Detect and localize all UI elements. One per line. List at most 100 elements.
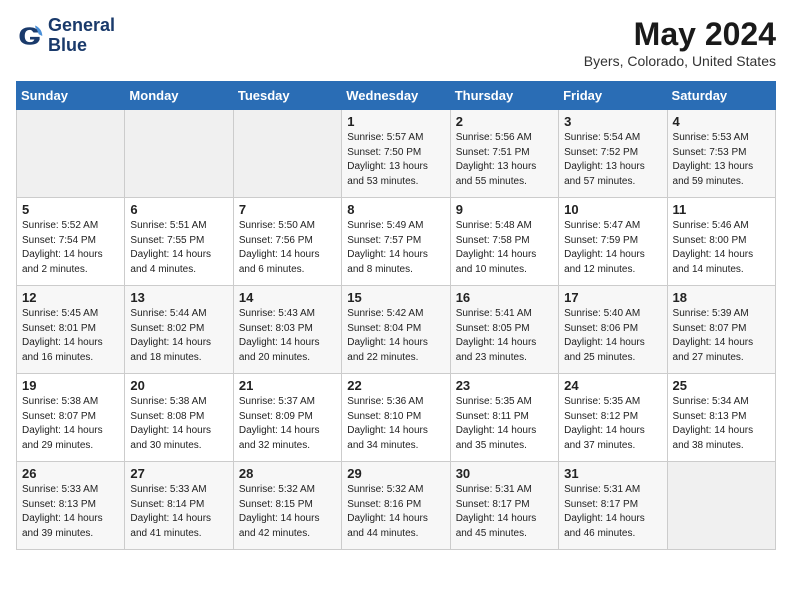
column-header-thursday: Thursday <box>450 82 558 110</box>
calendar-cell: 12Sunrise: 5:45 AMSunset: 8:01 PMDayligh… <box>17 286 125 374</box>
day-info: Sunrise: 5:35 AMSunset: 8:11 PMDaylight:… <box>456 395 553 453</box>
day-number: 7 <box>239 202 336 217</box>
calendar-cell: 29 Sunrise: 5:32 AMSunset: 8:16 PMDayligh… <box>342 462 450 550</box>
day-number: 20 <box>130 378 227 393</box>
day-number: 26 <box>22 466 119 481</box>
day-info: Sunrise: 5:33 AMSunset: 8:13 PMDaylight:… <box>22 483 119 541</box>
day-info: Sunrise: 5:38 AMSunset: 8:07 PMDaylight:… <box>22 395 119 453</box>
calendar-cell: 25 Sunrise: 5:34 AMSunset: 8:13 PMDayligh… <box>667 374 775 462</box>
day-number: 17 <box>564 290 661 305</box>
day-info: Sunrise: 5:33 AMSunset: 8:14 PMDaylight:… <box>130 483 227 541</box>
calendar-cell: 22Sunrise: 5:36 AMSunset: 8:10 PMDayligh… <box>342 374 450 462</box>
day-info: Sunrise: 5:54 AMSunset: 7:52 PMDaylight:… <box>564 131 661 189</box>
calendar-cell: 23 Sunrise: 5:35 AMSunset: 8:11 PMDayligh… <box>450 374 558 462</box>
calendar-cell: 1Sunrise: 5:57 AMSunset: 7:50 PMDaylight… <box>342 110 450 198</box>
day-number: 29 <box>347 466 444 481</box>
logo-icon <box>16 22 44 50</box>
day-number: 28 <box>239 466 336 481</box>
day-number: 22 <box>347 378 444 393</box>
day-info: Sunrise: 5:52 AMSunset: 7:54 PMDaylight:… <box>22 219 119 277</box>
calendar-cell: 5Sunrise: 5:52 AMSunset: 7:54 PMDaylight… <box>17 198 125 286</box>
day-info: Sunrise: 5:46 AMSunset: 8:00 PMDaylight:… <box>673 219 770 277</box>
day-number: 6 <box>130 202 227 217</box>
calendar-cell: 10 Sunrise: 5:47 AMSunset: 7:59 PMDayligh… <box>559 198 667 286</box>
day-info: Sunrise: 5:43 AMSunset: 8:03 PMDaylight:… <box>239 307 336 365</box>
calendar-cell: 11 Sunrise: 5:46 AMSunset: 8:00 PMDayligh… <box>667 198 775 286</box>
day-number: 14 <box>239 290 336 305</box>
calendar-cell: 27 Sunrise: 5:33 AMSunset: 8:14 PMDayligh… <box>125 462 233 550</box>
day-info: Sunrise: 5:51 AMSunset: 7:55 PMDaylight:… <box>130 219 227 277</box>
calendar-cell <box>17 110 125 198</box>
calendar-cell <box>233 110 341 198</box>
calendar-cell <box>667 462 775 550</box>
calendar-cell: 9 Sunrise: 5:48 AMSunset: 7:58 PMDaylight… <box>450 198 558 286</box>
day-info: Sunrise: 5:42 AMSunset: 8:04 PMDaylight:… <box>347 307 444 365</box>
day-number: 24 <box>564 378 661 393</box>
column-header-friday: Friday <box>559 82 667 110</box>
day-info: Sunrise: 5:39 AMSunset: 8:07 PMDaylight:… <box>673 307 770 365</box>
title-block: May 2024 Byers, Colorado, United States <box>584 16 776 69</box>
calendar-cell: 4 Sunrise: 5:53 AMSunset: 7:53 PMDaylight… <box>667 110 775 198</box>
day-number: 8 <box>347 202 444 217</box>
logo: General Blue <box>16 16 115 56</box>
calendar-cell <box>125 110 233 198</box>
day-info: Sunrise: 5:53 AMSunset: 7:53 PMDaylight:… <box>673 131 770 189</box>
month-year: May 2024 <box>584 16 776 53</box>
day-info: Sunrise: 5:35 AMSunset: 8:12 PMDaylight:… <box>564 395 661 453</box>
calendar-cell: 28Sunrise: 5:32 AMSunset: 8:15 PMDayligh… <box>233 462 341 550</box>
calendar-cell: 18 Sunrise: 5:39 AMSunset: 8:07 PMDayligh… <box>667 286 775 374</box>
day-info: Sunrise: 5:45 AMSunset: 8:01 PMDaylight:… <box>22 307 119 365</box>
calendar-week-4: 19 Sunrise: 5:38 AMSunset: 8:07 PMDayligh… <box>17 374 776 462</box>
day-info: Sunrise: 5:40 AMSunset: 8:06 PMDaylight:… <box>564 307 661 365</box>
calendar-cell: 3 Sunrise: 5:54 AMSunset: 7:52 PMDaylight… <box>559 110 667 198</box>
location: Byers, Colorado, United States <box>584 53 776 69</box>
page-header: General Blue May 2024 Byers, Colorado, U… <box>16 16 776 69</box>
calendar-cell: 14 Sunrise: 5:43 AMSunset: 8:03 PMDayligh… <box>233 286 341 374</box>
calendar-table: SundayMondayTuesdayWednesdayThursdayFrid… <box>16 81 776 550</box>
day-info: Sunrise: 5:32 AMSunset: 8:16 PMDaylight:… <box>347 483 444 541</box>
calendar-cell: 24 Sunrise: 5:35 AMSunset: 8:12 PMDayligh… <box>559 374 667 462</box>
calendar-cell: 8Sunrise: 5:49 AMSunset: 7:57 PMDaylight… <box>342 198 450 286</box>
day-number: 18 <box>673 290 770 305</box>
day-number: 9 <box>456 202 553 217</box>
day-info: Sunrise: 5:38 AMSunset: 8:08 PMDaylight:… <box>130 395 227 453</box>
column-header-monday: Monday <box>125 82 233 110</box>
day-info: Sunrise: 5:44 AMSunset: 8:02 PMDaylight:… <box>130 307 227 365</box>
day-number: 11 <box>673 202 770 217</box>
day-number: 30 <box>456 466 553 481</box>
day-info: Sunrise: 5:34 AMSunset: 8:13 PMDaylight:… <box>673 395 770 453</box>
calendar-cell: 21 Sunrise: 5:37 AMSunset: 8:09 PMDayligh… <box>233 374 341 462</box>
day-number: 23 <box>456 378 553 393</box>
calendar-week-1: 1Sunrise: 5:57 AMSunset: 7:50 PMDaylight… <box>17 110 776 198</box>
day-info: Sunrise: 5:56 AMSunset: 7:51 PMDaylight:… <box>456 131 553 189</box>
calendar-cell: 13 Sunrise: 5:44 AMSunset: 8:02 PMDayligh… <box>125 286 233 374</box>
day-number: 21 <box>239 378 336 393</box>
calendar-week-2: 5Sunrise: 5:52 AMSunset: 7:54 PMDaylight… <box>17 198 776 286</box>
day-number: 4 <box>673 114 770 129</box>
day-info: Sunrise: 5:37 AMSunset: 8:09 PMDaylight:… <box>239 395 336 453</box>
day-info: Sunrise: 5:41 AMSunset: 8:05 PMDaylight:… <box>456 307 553 365</box>
day-info: Sunrise: 5:31 AMSunset: 8:17 PMDaylight:… <box>564 483 661 541</box>
day-info: Sunrise: 5:31 AMSunset: 8:17 PMDaylight:… <box>456 483 553 541</box>
day-info: Sunrise: 5:57 AMSunset: 7:50 PMDaylight:… <box>347 131 444 189</box>
calendar-cell: 7 Sunrise: 5:50 AMSunset: 7:56 PMDaylight… <box>233 198 341 286</box>
day-number: 3 <box>564 114 661 129</box>
calendar-cell: 15Sunrise: 5:42 AMSunset: 8:04 PMDayligh… <box>342 286 450 374</box>
day-info: Sunrise: 5:50 AMSunset: 7:56 PMDaylight:… <box>239 219 336 277</box>
day-number: 27 <box>130 466 227 481</box>
day-number: 25 <box>673 378 770 393</box>
calendar-cell: 30 Sunrise: 5:31 AMSunset: 8:17 PMDayligh… <box>450 462 558 550</box>
calendar-cell: 17 Sunrise: 5:40 AMSunset: 8:06 PMDayligh… <box>559 286 667 374</box>
day-number: 10 <box>564 202 661 217</box>
column-header-tuesday: Tuesday <box>233 82 341 110</box>
calendar-week-3: 12Sunrise: 5:45 AMSunset: 8:01 PMDayligh… <box>17 286 776 374</box>
day-number: 19 <box>22 378 119 393</box>
calendar-body: 1Sunrise: 5:57 AMSunset: 7:50 PMDaylight… <box>17 110 776 550</box>
day-info: Sunrise: 5:48 AMSunset: 7:58 PMDaylight:… <box>456 219 553 277</box>
calendar-header-row: SundayMondayTuesdayWednesdayThursdayFrid… <box>17 82 776 110</box>
day-number: 13 <box>130 290 227 305</box>
calendar-cell: 20 Sunrise: 5:38 AMSunset: 8:08 PMDayligh… <box>125 374 233 462</box>
day-number: 2 <box>456 114 553 129</box>
day-number: 16 <box>456 290 553 305</box>
day-info: Sunrise: 5:47 AMSunset: 7:59 PMDaylight:… <box>564 219 661 277</box>
